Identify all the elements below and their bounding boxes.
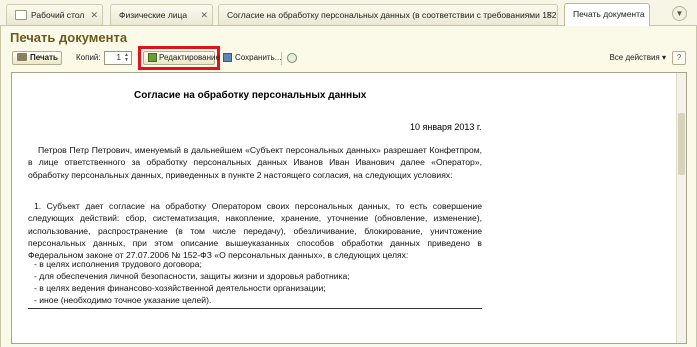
close-icon[interactable]: ✕ (545, 5, 553, 25)
home-icon (15, 10, 27, 20)
save-icon (223, 53, 232, 62)
spin-arrows-icon[interactable]: ▲ ▼ (123, 53, 130, 63)
list-item: - для обеспечения личной безопасности, з… (34, 271, 350, 281)
tab-consent-document[interactable]: Согласие на обработку персональных данны… (218, 4, 558, 25)
printer-icon (17, 53, 27, 61)
close-icon[interactable]: ✕ (200, 5, 208, 25)
tab-label: Печать документа (573, 9, 645, 19)
save-button[interactable]: Сохранить... (223, 53, 281, 62)
list-item: - иное (необходимо точное указание целей… (34, 295, 212, 305)
document-paragraph: 1. Субъект дает согласие на обработку Оп… (28, 201, 482, 261)
edit-label: Редактирование (159, 53, 220, 62)
document-preview[interactable]: Согласие на обработку персональных данны… (11, 72, 687, 344)
copies-value: 1 (116, 53, 121, 62)
all-actions-menu[interactable]: Все действия ▾ (609, 53, 666, 62)
chevron-down-icon[interactable]: ▼ (672, 6, 687, 21)
edit-icon (148, 53, 157, 62)
tab-bar: Рабочий стол ✕ Физические лица ✕ Согласи… (0, 0, 697, 26)
toolbar: Печать Копий: 1 ▲ ▼ Редактирование Сохран… (1, 46, 696, 70)
save-label: Сохранить... (235, 53, 282, 62)
list-item: - в целях ведения финансово-хозяйственно… (34, 283, 326, 293)
scrollbar-thumb[interactable] (678, 113, 685, 175)
tab-individuals[interactable]: Физические лица ✕ (110, 4, 213, 25)
document-title: Согласие на обработку персональных данны… (134, 90, 367, 101)
tab-desktop[interactable]: Рабочий стол ✕ (6, 4, 103, 25)
print-button[interactable]: Печать (12, 51, 62, 65)
tab-label: Согласие на обработку персональных данны… (227, 10, 558, 20)
magnifier-icon[interactable] (287, 53, 297, 63)
tab-label: Рабочий стол (31, 10, 85, 20)
document-paragraph: Петров Петр Петрович, именуемый в дальне… (28, 145, 482, 180)
print-window: Печать документа Печать Копий: 1 ▲ ▼ Реда… (0, 26, 697, 347)
copies-label: Копий: (76, 53, 101, 62)
toolbar-divider (281, 52, 282, 65)
divider (28, 308, 482, 309)
edit-button[interactable]: Редактирование (143, 51, 220, 65)
document-date: 10 января 2013 г. (410, 122, 482, 132)
close-icon[interactable]: ✕ (90, 5, 98, 25)
help-button[interactable]: ? (672, 51, 686, 65)
tab-label: Физические лица (119, 10, 188, 20)
page-title: Печать документа (10, 30, 128, 45)
print-label: Печать (30, 53, 58, 62)
scrollbar[interactable] (676, 73, 686, 343)
copies-input[interactable]: 1 ▲ ▼ (104, 51, 132, 65)
tab-print-document[interactable]: Печать документа (564, 3, 650, 26)
list-item: - в целях исполнения трудового договора; (34, 259, 202, 269)
